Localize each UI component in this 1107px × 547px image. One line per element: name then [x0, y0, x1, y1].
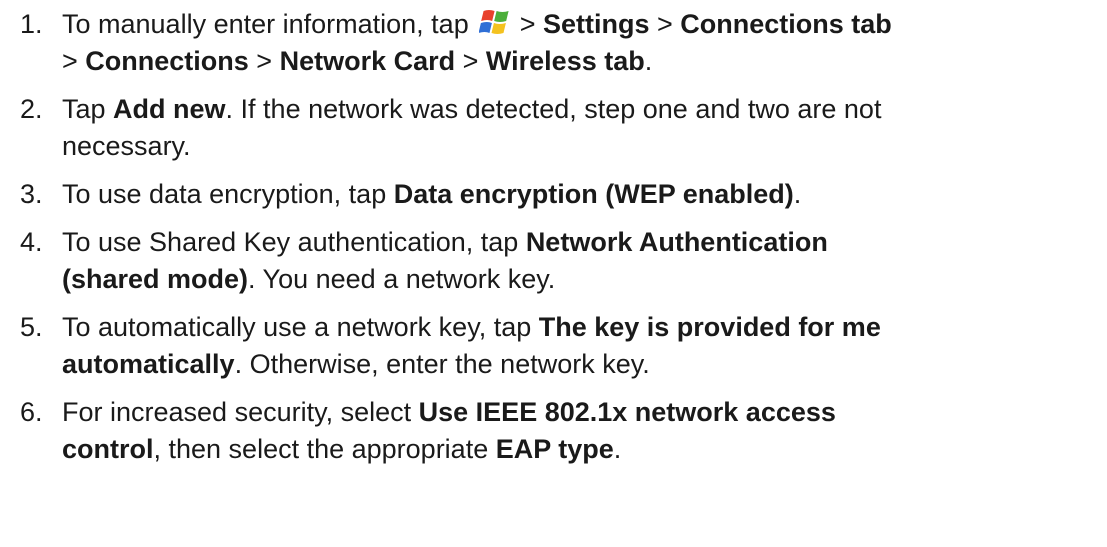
step-line: control, then select the appropriate EAP… — [62, 431, 1105, 468]
step-bold-text: Add new — [113, 94, 226, 124]
step-6: 6. For increased security, select Use IE… — [20, 394, 1105, 468]
step-text: To use Shared Key authentication, tap — [62, 227, 526, 257]
step-text: . — [793, 179, 802, 209]
step-line: To use data encryption, tap Data encrypt… — [62, 176, 1105, 213]
step-text: > — [62, 46, 86, 76]
step-bold-text: The key is provided for me — [538, 312, 881, 342]
step-bold-text: Network Card — [279, 46, 456, 76]
step-text: > — [248, 46, 280, 76]
step-line: Tap Add new. If the network was detected… — [62, 91, 1105, 128]
step-text: > — [512, 9, 543, 39]
step-text: To use data encryption, tap — [62, 179, 394, 209]
step-3: 3. To use data encryption, tap Data encr… — [20, 176, 1105, 213]
step-line: (shared mode). You need a network key. — [62, 261, 1105, 298]
windows-start-icon — [479, 10, 509, 34]
step-text: . Otherwise, enter the network key. — [234, 349, 650, 379]
step-bold-text: automatically — [62, 349, 235, 379]
step-bold-text: EAP type — [495, 434, 614, 464]
step-5: 5. To automatically use a network key, t… — [20, 309, 1105, 383]
step-bold-text: Connections tab — [680, 9, 892, 39]
step-bold-text: Wireless tab — [485, 46, 645, 76]
step-text: . — [644, 46, 653, 76]
step-number: 3. — [20, 179, 43, 209]
step-text: . If the network was detected, step one … — [225, 94, 882, 124]
step-1: 1. To manually enter information, tap > … — [20, 6, 1105, 80]
step-text: > — [455, 46, 486, 76]
step-2: 2. Tap Add new. If the network was detec… — [20, 91, 1105, 165]
step-text: necessary. — [62, 131, 191, 161]
step-line: > Connections > Network Card > Wireless … — [62, 43, 1105, 80]
step-number: 2. — [20, 94, 43, 124]
step-text: > — [649, 9, 681, 39]
step-line: necessary. — [62, 128, 1105, 165]
step-text: . — [613, 434, 622, 464]
step-line: automatically. Otherwise, enter the netw… — [62, 346, 1105, 383]
step-number: 4. — [20, 227, 43, 257]
step-number: 1. — [20, 9, 43, 39]
step-line: To use Shared Key authentication, tap Ne… — [62, 224, 1105, 261]
step-bold-text: Connections — [85, 46, 249, 76]
step-line: To manually enter information, tap > Set… — [62, 6, 1105, 43]
step-number: 6. — [20, 397, 43, 427]
step-bold-text: Settings — [543, 9, 650, 39]
step-bold-text: Network Authentication — [525, 227, 828, 257]
step-text: For increased security, select — [62, 397, 419, 427]
step-text: Tap — [62, 94, 114, 124]
step-line: For increased security, select Use IEEE … — [62, 394, 1105, 431]
step-bold-text: Data encryption (WEP enabled) — [393, 179, 794, 209]
step-bold-text: (shared mode) — [62, 264, 249, 294]
step-bold-text: control — [62, 434, 154, 464]
step-bold-text: Use IEEE 802.1x network access — [418, 397, 836, 427]
step-text: To manually enter information, tap — [62, 9, 477, 39]
step-line: To automatically use a network key, tap … — [62, 309, 1105, 346]
step-number: 5. — [20, 312, 43, 342]
instruction-steps-list: 1. To manually enter information, tap > … — [20, 6, 1105, 479]
step-text: . You need a network key. — [248, 264, 556, 294]
step-text: To automatically use a network key, tap — [62, 312, 539, 342]
step-text: , then select the appropriate — [153, 434, 496, 464]
step-4: 4. To use Shared Key authentication, tap… — [20, 224, 1105, 298]
